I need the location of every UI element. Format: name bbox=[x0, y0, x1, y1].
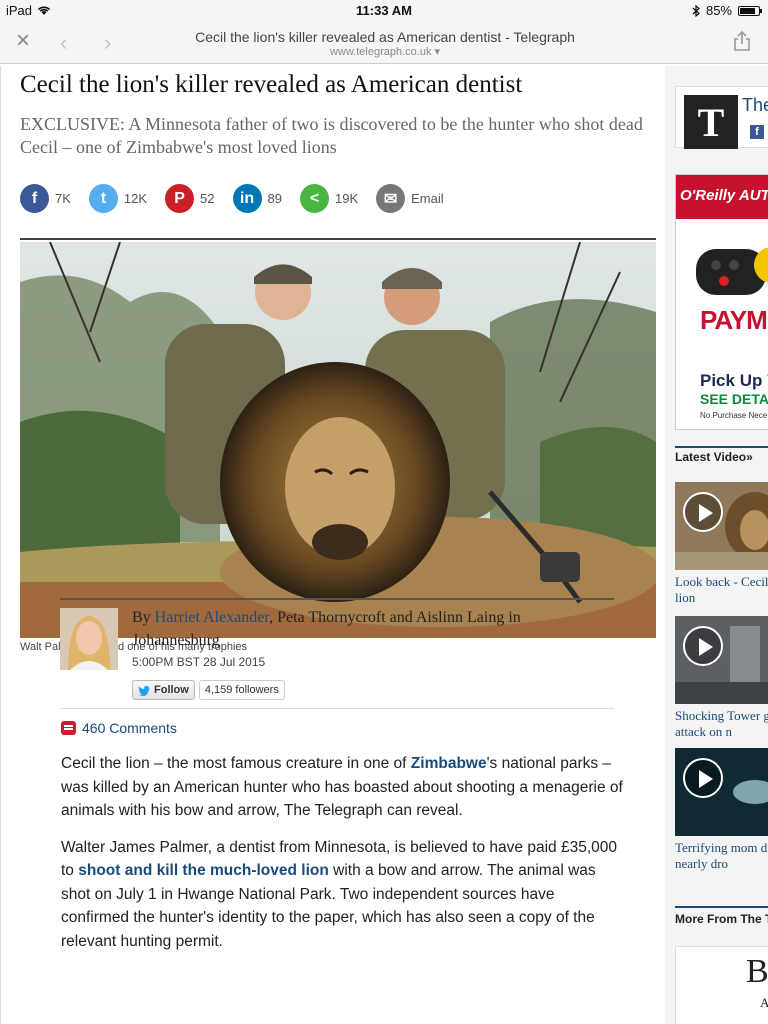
battery-percent: 85% bbox=[705, 3, 732, 18]
facebook-icon[interactable]: f bbox=[20, 184, 49, 213]
latest-video-heading[interactable]: Latest Video» bbox=[675, 450, 753, 464]
paragraph: Walter James Palmer, a dentist from Minn… bbox=[61, 836, 623, 954]
address-url[interactable]: www.telegraph.co.uk ▾ bbox=[150, 45, 620, 58]
advertisement[interactable]: O'Reilly AUTO PAYM Pick Up Y SEE DETAIL … bbox=[675, 174, 768, 430]
author-avatar[interactable] bbox=[60, 608, 118, 670]
play-icon[interactable] bbox=[683, 492, 723, 532]
ad-fineprint: No Purchase Nece bbox=[700, 411, 768, 420]
linkedin-icon[interactable]: in bbox=[232, 184, 262, 213]
telegraph-title: The bbox=[742, 95, 768, 115]
share-pinterest[interactable]: P 52 bbox=[165, 184, 215, 213]
divider bbox=[60, 708, 614, 709]
share-bar: f 7K t 12K P 52 in 89 <19K ✉ Email bbox=[20, 184, 462, 213]
status-bar: iPad 11:33 AM 85% bbox=[0, 0, 768, 22]
headline: Cecil the lion's killer revealed as Amer… bbox=[20, 71, 523, 98]
card-letter: A bbox=[760, 995, 768, 1010]
divider bbox=[60, 598, 614, 600]
publish-date: 5:00PM BST 28 Jul 2015 bbox=[132, 655, 266, 669]
card-letter: B bbox=[746, 953, 768, 990]
play-icon[interactable] bbox=[683, 626, 723, 666]
follow-button[interactable]: Follow bbox=[132, 680, 195, 700]
share-facebook[interactable]: f 7K bbox=[20, 184, 71, 213]
share-share[interactable]: <19K bbox=[299, 184, 359, 213]
page-title: Cecil the lion's killer revealed as Amer… bbox=[195, 29, 575, 45]
followers-count: 4,159 followers bbox=[198, 680, 285, 700]
ad-banner: O'Reilly AUTO bbox=[676, 175, 768, 219]
video-thumb[interactable] bbox=[675, 748, 768, 836]
share-twitter[interactable]: t 12K bbox=[88, 184, 148, 213]
browser-toolbar: × ‹ › Cecil the lion's killer revealed a… bbox=[0, 22, 768, 64]
divider bbox=[675, 446, 768, 448]
forward-arrow-icon[interactable]: › bbox=[104, 30, 111, 56]
article-body: Cecil the lion – the most famous creatur… bbox=[61, 752, 623, 966]
share-count: 89 bbox=[267, 191, 282, 206]
clock: 11:33 AM bbox=[356, 3, 412, 18]
pinterest-icon[interactable]: P bbox=[165, 184, 195, 213]
video-thumb[interactable] bbox=[675, 482, 768, 570]
video-title[interactable]: Look back - Cecil the lion bbox=[675, 574, 768, 606]
share-email[interactable]: ✉ Email bbox=[376, 184, 444, 213]
lead-photo[interactable] bbox=[20, 242, 656, 638]
share-count: 7K bbox=[55, 191, 71, 206]
email-icon[interactable]: ✉ bbox=[376, 184, 406, 213]
comments-link[interactable]: 460 Comments bbox=[61, 720, 177, 736]
author-link[interactable]: Harriet Alexander bbox=[155, 609, 269, 626]
twitter-follow: Follow 4,159 followers bbox=[132, 680, 285, 700]
byline: By Harriet Alexander, Peta Thornycroft a… bbox=[132, 606, 532, 652]
share-icon[interactable] bbox=[732, 30, 752, 52]
car-key-icon bbox=[696, 247, 768, 295]
video-title[interactable]: Terrifying mom diver nearly dro bbox=[675, 840, 768, 872]
ad-cta: SEE DETAIL bbox=[700, 391, 768, 407]
share-count: 19K bbox=[334, 191, 359, 206]
sidebar: T The f O'Reilly AUTO PAYM Pick Up Y SEE… bbox=[665, 66, 768, 1024]
telegraph-logo: T bbox=[684, 95, 738, 149]
divider bbox=[20, 238, 656, 240]
battery-icon bbox=[738, 5, 762, 16]
video-thumb[interactable] bbox=[675, 616, 768, 704]
article: Cecil the lion's killer revealed as Amer… bbox=[20, 66, 656, 653]
telegraph-widget[interactable]: T The f bbox=[675, 86, 768, 149]
twitter-bird-icon bbox=[138, 685, 150, 696]
back-arrow-icon[interactable]: ‹ bbox=[60, 30, 67, 56]
twitter-icon[interactable]: t bbox=[88, 184, 118, 213]
close-tab-icon[interactable]: × bbox=[16, 29, 38, 53]
share-count: 12K bbox=[123, 191, 148, 206]
more-from-card[interactable]: B A bbox=[675, 946, 768, 1024]
follow-label: Follow bbox=[154, 684, 189, 696]
share-linkedin[interactable]: in 89 bbox=[232, 184, 282, 213]
divider bbox=[0, 66, 1, 1024]
video-title[interactable]: Shocking Tower gang attack on n bbox=[675, 708, 768, 740]
share-count: Email bbox=[411, 191, 444, 206]
share-icon[interactable]: < bbox=[299, 184, 329, 213]
facebook-icon[interactable]: f bbox=[750, 125, 764, 139]
standfirst: EXCLUSIVE: A Minnesota father of two is … bbox=[20, 114, 643, 157]
ad-headline: PAYM bbox=[700, 305, 768, 335]
divider bbox=[675, 906, 768, 908]
zimbabwe-link[interactable]: Zimbabwe bbox=[411, 755, 487, 772]
lion-link[interactable]: shoot and kill the much-loved lion bbox=[78, 862, 329, 879]
byline-prefix: By bbox=[132, 609, 155, 626]
more-from-heading[interactable]: More From The T bbox=[675, 912, 768, 926]
share-count: 52 bbox=[200, 191, 215, 206]
text: Cecil the lion – the most famous creatur… bbox=[61, 755, 411, 772]
ad-brand: O'Reilly AUTO bbox=[680, 187, 768, 204]
play-icon[interactable] bbox=[683, 758, 723, 798]
comment-icon bbox=[61, 721, 76, 735]
paragraph: Cecil the lion – the most famous creatur… bbox=[61, 752, 623, 823]
ad-pickup: Pick Up Y bbox=[700, 371, 768, 390]
comments-label: 460 Comments bbox=[82, 720, 177, 736]
byline-box: By Harriet Alexander, Peta Thornycroft a… bbox=[60, 598, 614, 709]
telegraph-logo-letter: T bbox=[697, 99, 725, 145]
bluetooth-icon bbox=[692, 4, 700, 17]
